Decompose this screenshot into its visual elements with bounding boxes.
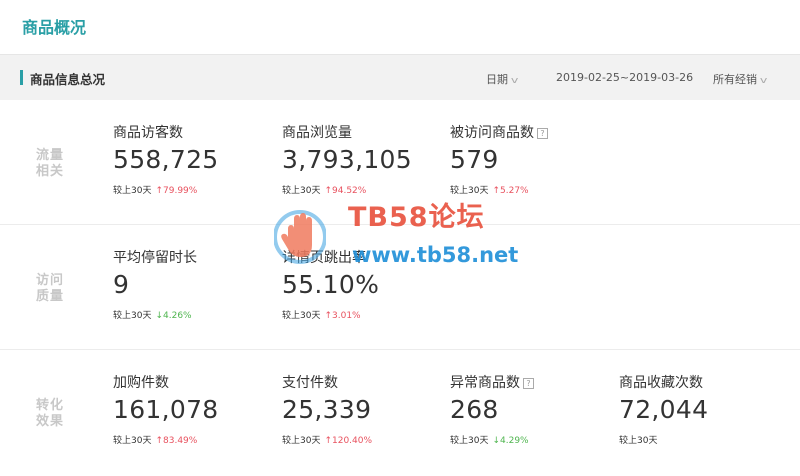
arrow-up-icon: ↑ — [155, 186, 163, 196]
change-value: 120.40% — [332, 436, 373, 446]
metric-compare: 较上30天 — [619, 433, 779, 446]
help-icon[interactable]: ? — [523, 378, 534, 389]
metric-value: 25,339 — [282, 395, 372, 424]
compare-label: 较上30天 — [282, 311, 321, 321]
date-filter-label: 日期 — [486, 73, 508, 86]
metric-card: 平均停留时长 9 较上30天 ↓4.26% — [113, 247, 273, 321]
metric-name-text: 异常商品数 — [450, 375, 520, 391]
metric-value: 558,725 — [113, 145, 219, 174]
metric-name: 商品访客数 — [113, 125, 183, 141]
metric-compare: 较上30天 ↑120.40% — [282, 433, 442, 446]
arrow-down-icon: ↓ — [492, 436, 500, 446]
metric-name: 商品浏览量 — [282, 125, 352, 141]
group-label-conversion: 转化 效果 — [36, 398, 70, 430]
compare-label: 较上30天 — [113, 436, 152, 446]
metric-group-conversion: 转化 效果 加购件数 161,078 较上30天 ↑83.49% 支付件数 25,… — [0, 350, 800, 476]
metric-name: 平均停留时长 — [113, 250, 197, 266]
group-label-line: 相关 — [36, 164, 65, 179]
metric-compare: 较上30天 ↓4.29% — [450, 433, 610, 446]
watermark: TB58论坛 www.tb58.net — [268, 195, 548, 280]
metric-name: 被访问商品数? — [450, 122, 610, 142]
compare-label: 较上30天 — [113, 186, 152, 196]
metric-value: 161,078 — [113, 395, 219, 424]
change-value: 3.01% — [332, 311, 361, 321]
compare-label: 较上30天 — [113, 311, 152, 321]
watermark-url: www.tb58.net — [352, 243, 519, 267]
date-range-value[interactable]: 2019-02-25~2019-03-26 — [556, 71, 693, 84]
metric-compare: 较上30天 ↓4.26% — [113, 308, 273, 321]
metric-card: 异常商品数? 268 较上30天 ↓4.29% — [450, 372, 610, 446]
help-icon[interactable]: ? — [537, 128, 548, 139]
dealer-filter-dropdown[interactable]: 所有经销 v — [713, 71, 768, 87]
page-header: 商品概况 — [0, 0, 800, 54]
dealer-filter-label: 所有经销 — [713, 73, 757, 86]
metric-card: 商品收藏次数 72,044 较上30天 — [619, 372, 779, 446]
compare-label: 较上30天 — [619, 436, 658, 446]
page-title: 商品概况 — [22, 18, 87, 37]
metric-value: 3,793,105 — [282, 145, 412, 174]
change-indicator: ↓4.26% — [155, 311, 191, 321]
group-label-traffic: 流量 相关 — [36, 148, 70, 180]
group-label-line: 访问 — [36, 273, 65, 288]
group-label-line: 转化 — [36, 398, 65, 413]
section-accent-bar — [20, 70, 23, 85]
hand-logo-icon — [274, 210, 326, 264]
arrow-up-icon: ↑ — [324, 436, 332, 446]
arrow-down-icon: ↓ — [155, 311, 163, 321]
metric-card: 加购件数 161,078 较上30天 ↑83.49% — [113, 372, 273, 446]
change-indicator: ↑79.99% — [155, 186, 197, 196]
metric-name-text: 被访问商品数 — [450, 125, 534, 141]
arrow-up-icon: ↑ — [155, 436, 163, 446]
change-value: 83.49% — [163, 436, 198, 446]
metric-value: 268 — [450, 395, 499, 424]
change-value: 79.99% — [163, 186, 198, 196]
chevron-down-icon: v — [759, 76, 768, 86]
chevron-down-icon: v — [510, 76, 519, 86]
metric-name: 商品收藏次数 — [619, 375, 703, 391]
arrow-up-icon: ↑ — [324, 311, 332, 321]
change-indicator: ↑3.01% — [324, 311, 360, 321]
metric-compare: 较上30天 ↑3.01% — [282, 308, 442, 321]
metric-value: 9 — [113, 270, 130, 299]
metric-name: 支付件数 — [282, 375, 338, 391]
metric-compare: 较上30天 ↑79.99% — [113, 183, 273, 196]
metric-value: 72,044 — [619, 395, 709, 424]
change-indicator: ↑120.40% — [324, 436, 372, 446]
metric-card: 商品浏览量 3,793,105 较上30天 ↑94.52% — [282, 122, 442, 196]
group-label-line: 效果 — [36, 414, 65, 429]
metric-value: 579 — [450, 145, 499, 174]
watermark-title: TB58论坛 — [348, 202, 485, 233]
date-filter-dropdown[interactable]: 日期 v — [486, 71, 519, 87]
section-header: 商品信息总况 日期 v 2019-02-25~2019-03-26 所有经销 v — [0, 54, 800, 100]
group-label-line: 流量 — [36, 148, 65, 163]
group-label-visit-quality: 访问 质量 — [36, 273, 70, 305]
compare-label: 较上30天 — [282, 436, 321, 446]
change-value: 4.29% — [500, 436, 529, 446]
section-title: 商品信息总况 — [30, 72, 106, 87]
metric-name: 异常商品数? — [450, 372, 610, 392]
group-label-line: 质量 — [36, 289, 65, 304]
change-indicator: ↓4.29% — [492, 436, 528, 446]
compare-label: 较上30天 — [450, 436, 489, 446]
metric-name: 加购件数 — [113, 375, 169, 391]
change-value: 4.26% — [163, 311, 192, 321]
metric-card: 被访问商品数? 579 较上30天 ↑5.27% — [450, 122, 610, 196]
metric-card: 商品访客数 558,725 较上30天 ↑79.99% — [113, 122, 273, 196]
change-indicator: ↑83.49% — [155, 436, 197, 446]
metric-compare: 较上30天 ↑83.49% — [113, 433, 273, 446]
metric-card: 支付件数 25,339 较上30天 ↑120.40% — [282, 372, 442, 446]
